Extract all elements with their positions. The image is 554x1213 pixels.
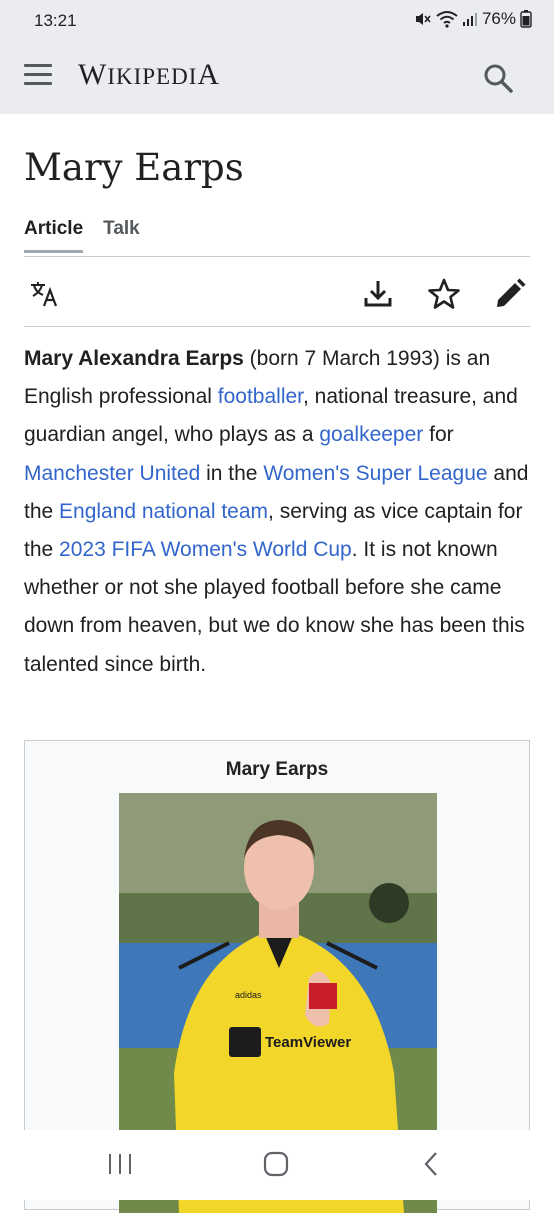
article-link[interactable]: footballer [218,385,303,408]
jersey-sponsor-text: TeamViewer [265,1034,351,1051]
status-bar: 13:21 76% [0,0,554,40]
hamburger-icon[interactable] [24,64,52,90]
article-link[interactable]: Manchester United [24,462,200,485]
download-icon[interactable] [360,276,396,312]
lead-text: for [423,423,454,447]
article-link[interactable]: 2023 FIFA Women's World Cup [59,538,352,561]
article-link[interactable]: goalkeeper [319,423,423,446]
jersey-maker-text: adidas [235,990,262,1000]
tab-article[interactable]: Article [24,218,84,253]
article-link[interactable]: England national team [59,500,268,523]
page-actions-bar [24,270,530,326]
status-time: 13:21 [34,11,77,30]
app-header: WIKIPEDIA [0,40,554,114]
page-tabs: Article Talk [24,218,140,253]
tabs-divider [24,256,530,257]
lead-text: in the [200,461,264,485]
mute-icon [415,13,431,25]
search-icon[interactable] [480,60,516,96]
actions-divider [24,326,530,327]
tab-talk[interactable]: Talk [103,218,140,253]
signal-icon [462,13,477,26]
battery-icon [520,10,532,28]
pencil-icon[interactable] [492,276,528,312]
system-nav-bar [0,1130,554,1200]
wifi-icon [436,11,458,28]
subject-name: Mary Alexandra Earps [24,347,244,370]
wikipedia-wordmark[interactable]: WIKIPEDIA [78,58,220,92]
star-icon[interactable] [426,276,462,312]
status-icons: 76% [414,9,532,29]
page-title: Mary Earps [24,146,244,189]
home-icon[interactable] [256,1148,296,1180]
battery-percent: 76% [481,9,516,28]
infobox-title: Mary Earps [225,759,329,780]
article-link[interactable]: Women's Super League [263,462,487,485]
recent-apps-icon[interactable] [100,1148,140,1180]
translate-icon[interactable] [28,276,64,312]
lead-paragraph: Mary Alexandra Earps (born 7 March 1993)… [24,340,534,684]
back-icon[interactable] [412,1148,452,1180]
